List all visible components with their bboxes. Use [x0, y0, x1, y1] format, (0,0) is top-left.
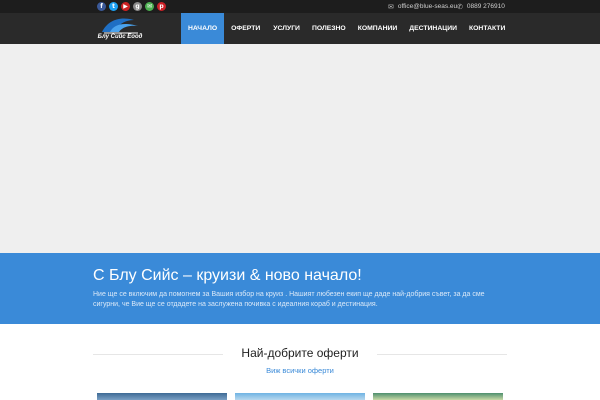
logo[interactable]: Блу Сийс Еоод: [97, 14, 143, 42]
hero-slider: [0, 44, 600, 253]
nav-item-services[interactable]: УСЛУГИ: [267, 13, 306, 44]
nav-item-companies[interactable]: КОМПАНИИ: [352, 13, 404, 44]
nav-item-useful[interactable]: ПОЛЕЗНО: [306, 13, 352, 44]
phone-text[interactable]: 0889 276910: [467, 3, 505, 10]
nav-item-contacts[interactable]: КОНТАКТИ: [463, 13, 511, 44]
nav-item-home[interactable]: НАЧАЛО: [181, 13, 225, 44]
intro-title: С Блу Сийс – круизи & ново начало!: [93, 267, 362, 284]
offers-title: Най-добрите оферти: [241, 346, 359, 360]
nav-item-offers[interactable]: ОФЕРТИ: [224, 13, 267, 44]
logo-text: Блу Сийс Еоод: [97, 34, 143, 40]
contact-email[interactable]: ✉ office@blue-seas.eu: [388, 0, 457, 13]
offer-card-3[interactable]: [373, 393, 503, 400]
offer-card-2[interactable]: [235, 393, 365, 400]
youtube-icon[interactable]: ▶: [121, 2, 130, 11]
intro-text: Ние ще се включим да помогнем за Вашия и…: [93, 291, 485, 308]
social-icons: f t ▶ g ✉ p: [97, 2, 166, 11]
twitter-icon[interactable]: t: [109, 2, 118, 11]
intro-band: С Блу Сийс – круизи & ново начало! Ние щ…: [0, 253, 600, 324]
offer-card-1[interactable]: [97, 393, 227, 400]
main-menu: НАЧАЛО ОФЕРТИ УСЛУГИ ПОЛЕЗНО КОМПАНИИ ДЕ…: [181, 13, 511, 44]
wave-logo-icon: [102, 18, 138, 34]
nav-bar: Блу Сийс Еоод НАЧАЛО ОФЕРТИ УСЛУГИ ПОЛЕЗ…: [0, 13, 600, 44]
phone-icon: ✆: [457, 3, 463, 11]
email-text[interactable]: office@blue-seas.eu: [398, 3, 457, 10]
facebook-icon[interactable]: f: [97, 2, 106, 11]
email-icon[interactable]: ✉: [145, 2, 154, 11]
nav-item-destinations[interactable]: ДЕСТИНАЦИИ: [403, 13, 463, 44]
contact-phone[interactable]: ✆ 0889 276910: [457, 0, 505, 13]
envelope-icon: ✉: [388, 3, 394, 11]
pinterest-icon[interactable]: p: [157, 2, 166, 11]
google-plus-icon[interactable]: g: [133, 2, 142, 11]
view-all-offers-link[interactable]: Виж всички оферти: [266, 366, 334, 375]
top-bar: f t ▶ g ✉ p ✉ office@blue-seas.eu ✆ 0889…: [0, 0, 600, 13]
